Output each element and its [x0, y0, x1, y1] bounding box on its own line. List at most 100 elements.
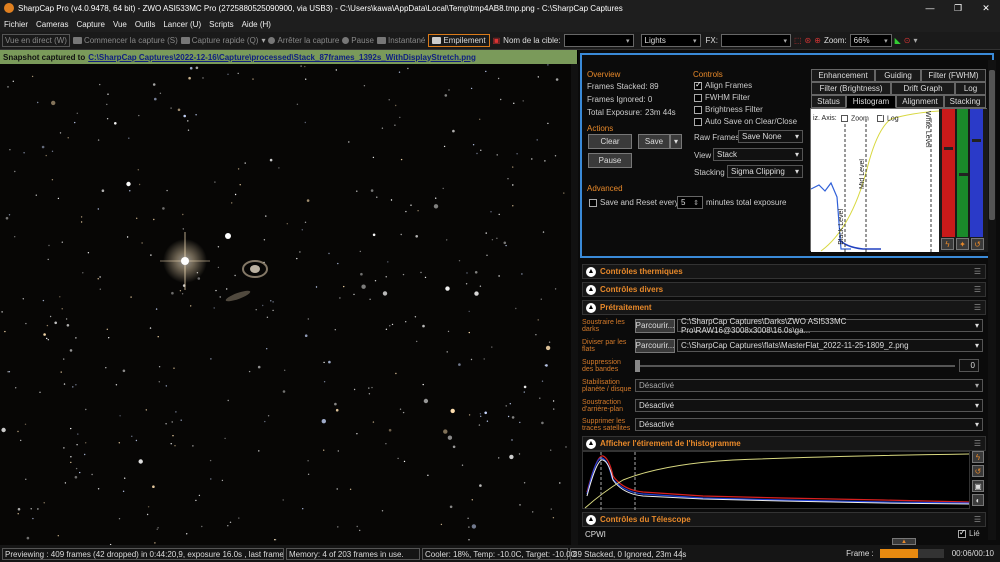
fx-select[interactable]: ▾	[720, 34, 791, 47]
frame-type-select[interactable]: Lights ▾	[640, 34, 701, 47]
flats-path-select[interactable]: C:\SharpCap Captures\flats\MasterFlat_20…	[677, 339, 983, 352]
raw-frames-select[interactable]: Save None ▾	[738, 130, 803, 143]
minutes-stepper[interactable]: 5 ⇕	[677, 196, 703, 209]
star	[360, 272, 363, 276]
tab-histogram[interactable]: Histogram	[846, 95, 896, 108]
snapshot-path-link[interactable]: C:\SharpCap Captures\2022-12-16\Capture\…	[88, 53, 476, 62]
brightness-filter-checkbox[interactable]: Brightness Filter	[694, 105, 763, 114]
tab-filter-brightness[interactable]: Filter (Brightness)	[811, 82, 891, 95]
auto-stretch-icon[interactable]: ϟ	[941, 238, 954, 250]
satellite-select[interactable]: Désactivé ▾	[635, 418, 983, 431]
minimize-button[interactable]: —	[916, 0, 944, 16]
menu-help[interactable]: Aide (H)	[238, 20, 275, 29]
reticle-icon[interactable]: ⬚	[794, 36, 802, 45]
star	[497, 77, 500, 80]
cooler-status: Cooler: 18%, Temp: -10.0C, Target: -10.0…	[422, 547, 576, 560]
menu-tools[interactable]: Outils	[131, 20, 159, 29]
pause-button[interactable]: Pause	[342, 36, 374, 45]
tab-log[interactable]: Log	[955, 82, 986, 95]
close-button[interactable]: ✕	[972, 0, 1000, 16]
menu-launch[interactable]: Lancer (U)	[159, 20, 205, 29]
menu-scripts[interactable]: Scripts	[205, 20, 237, 29]
star	[63, 358, 65, 360]
snapshot-button[interactable]: Instantané	[376, 36, 425, 45]
telescope-controls-group[interactable]: ▲ Contrôles du Télescope ☰	[582, 512, 986, 527]
telescope-up-button[interactable]: ▲	[892, 538, 916, 545]
right-panel-scrollbar[interactable]	[988, 60, 996, 540]
stretch-auto-icon[interactable]: ϟ	[972, 451, 984, 463]
stretch-contrast-icon[interactable]: ◐	[972, 494, 984, 506]
stacking-select[interactable]: Sigma Clipping ▾	[727, 165, 803, 178]
window-title: SharpCap Pro (v4.0.9478, 64 bit) - ZWO A…	[18, 3, 623, 13]
menu-icon[interactable]: ☰	[974, 285, 981, 294]
image-scrollbar[interactable]	[571, 64, 578, 545]
stretch-reset-icon[interactable]: ↺	[972, 465, 984, 477]
stabilization-select[interactable]: Désactivé ▾	[635, 379, 983, 392]
maximize-button[interactable]: ❐	[944, 0, 972, 16]
menu-capture[interactable]: Capture	[72, 20, 108, 29]
tab-alignment[interactable]: Alignment	[896, 95, 944, 108]
toolbar-more-icon[interactable]: ▾	[913, 36, 917, 45]
pause-stack-button[interactable]: Pause	[588, 153, 632, 168]
menu-icon[interactable]: ☰	[974, 515, 981, 524]
slider-handle[interactable]	[635, 359, 640, 372]
telescope-linked-checkbox[interactable]: Lié	[958, 528, 980, 538]
background-select[interactable]: Désactivé ▾	[635, 399, 983, 412]
capture-options-dropdown[interactable]: ▾	[261, 36, 265, 45]
tab-enhancement[interactable]: Enhancement	[811, 69, 875, 82]
save-button[interactable]: Save	[638, 134, 670, 149]
flats-browse-button[interactable]: Parcourir...	[635, 338, 675, 353]
misc-controls-group[interactable]: ▲ Contrôles divers ☰	[582, 282, 986, 297]
menu-icon[interactable]: ☰	[974, 267, 981, 276]
darks-browse-button[interactable]: Parcourir...	[635, 318, 675, 333]
display-stretch-histogram[interactable]	[582, 451, 970, 510]
menu-icon[interactable]: ☰	[974, 439, 981, 448]
histogram-stretch-group[interactable]: ▲ Afficher l'étirement de l'histogramme ☰	[582, 436, 986, 451]
zoom-select[interactable]: 66% ▾	[849, 34, 892, 47]
darks-path-select[interactable]: C:\SharpCap Captures\Darks\ZWO ASI533MC …	[677, 317, 983, 335]
clear-button[interactable]: Clear	[588, 134, 632, 149]
tab-status[interactable]: Status	[811, 95, 846, 108]
auto-balance-icon[interactable]: ✦	[956, 238, 969, 250]
menu-view[interactable]: Vue	[109, 20, 131, 29]
minutes-value: 5	[681, 198, 686, 207]
target-search-icon[interactable]: ⊙	[904, 36, 911, 45]
scrollbar-thumb[interactable]	[989, 70, 995, 220]
menu-cameras[interactable]: Cameras	[32, 20, 72, 29]
hist-zoom-checkbox[interactable]: Zoom	[841, 115, 869, 122]
star	[122, 490, 125, 492]
preprocessing-group[interactable]: ▲ Prétraitement ☰	[582, 300, 986, 315]
reset-icon[interactable]: ↺	[971, 238, 984, 250]
stretch-save-icon[interactable]: ▣	[972, 480, 984, 492]
fwhm-filter-checkbox[interactable]: FWHM Filter	[694, 93, 750, 102]
telescope-linked-label: Lié	[969, 529, 980, 538]
histogram-icon[interactable]: ◣	[895, 36, 901, 45]
quick-capture-button[interactable]: Capture rapide (Q)	[180, 36, 258, 45]
stacking-button[interactable]: Empilement	[428, 34, 490, 47]
banding-slider[interactable]	[635, 359, 955, 372]
image-preview[interactable]	[0, 64, 571, 545]
view-select[interactable]: Stack ▾	[713, 148, 803, 161]
star	[75, 467, 78, 470]
tab-filter-fwhm[interactable]: Filter (FWHM)	[921, 69, 986, 82]
thermal-controls-group[interactable]: ▲ Contrôles thermiques ☰	[582, 264, 986, 279]
crosshair-icon[interactable]: ⊛	[805, 36, 812, 45]
stop-capture-button[interactable]: Arrêter la capture	[268, 36, 339, 45]
tab-stacking[interactable]: Stacking	[944, 95, 986, 108]
start-capture-button[interactable]: Commencer la capture (S)	[72, 36, 178, 45]
save-reset-label: Save and Reset every	[600, 198, 679, 207]
save-options-dropdown[interactable]: ▾	[670, 134, 682, 149]
target-name-input[interactable]: ▾	[563, 34, 634, 47]
hist-log-checkbox[interactable]: Log	[877, 113, 899, 122]
tab-drift-graph[interactable]: Drift Graph	[891, 82, 955, 95]
focus-icon[interactable]: ⊕	[814, 36, 821, 45]
align-frames-checkbox[interactable]: Align Frames	[694, 80, 752, 90]
save-reset-checkbox[interactable]: Save and Reset every	[589, 198, 679, 207]
banding-value[interactable]: 0	[959, 359, 979, 372]
menu-file[interactable]: Fichier	[0, 20, 32, 29]
menu-icon[interactable]: ☰	[974, 303, 981, 312]
stack-histogram[interactable]: iz. Axis: Zoom Log White Level Mid Level…	[810, 108, 988, 252]
tab-guiding[interactable]: Guiding	[875, 69, 921, 82]
live-view-button[interactable]: Vue en direct (W)	[2, 34, 70, 47]
auto-save-checkbox[interactable]: Auto Save on Clear/Close	[694, 117, 797, 126]
